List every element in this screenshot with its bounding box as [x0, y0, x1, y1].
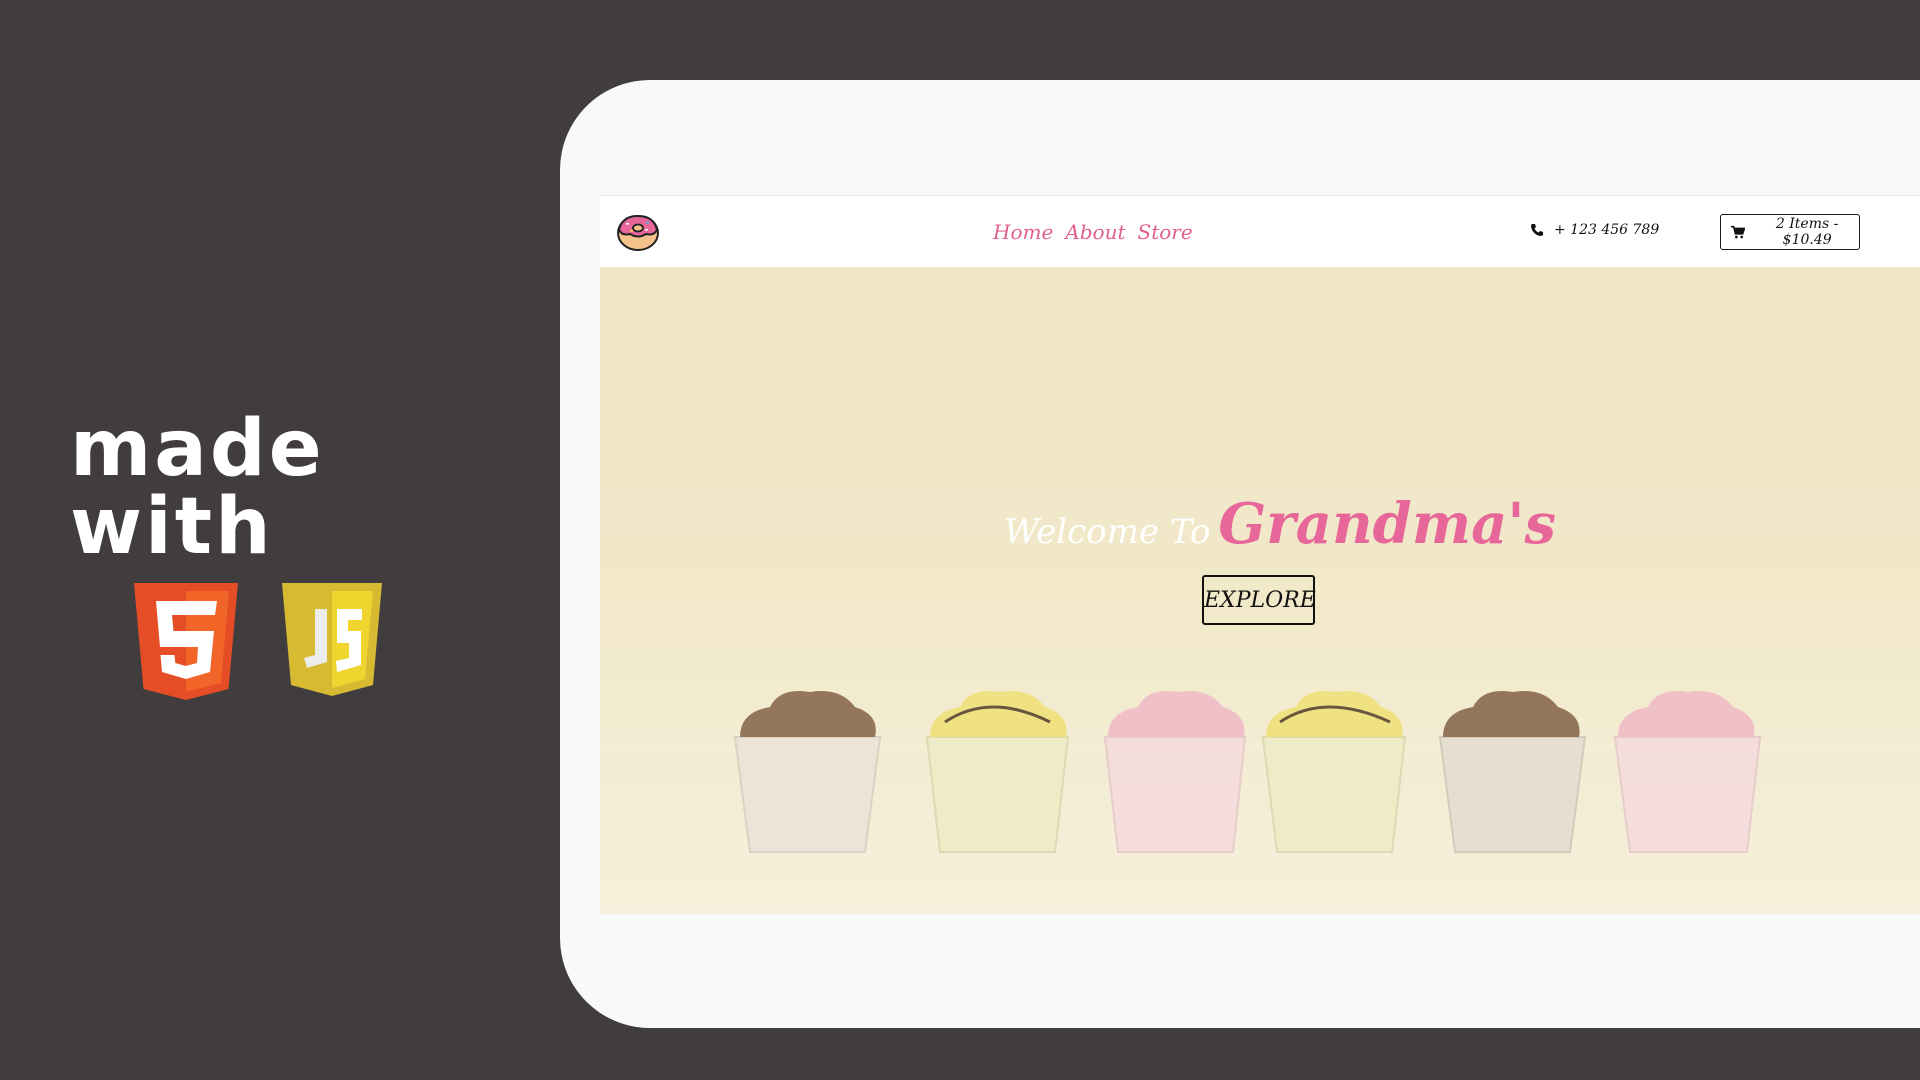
cart-button[interactable]: 2 Items - $10.49 — [1720, 214, 1860, 250]
donut-icon[interactable] — [616, 212, 660, 252]
javascript-logo — [282, 583, 382, 696]
nav-link-home[interactable]: Home — [993, 220, 1053, 244]
made-with-heading: made with — [70, 404, 325, 572]
shopping-cart-icon — [1731, 225, 1746, 238]
explore-button[interactable]: EXPLORE — [1202, 575, 1316, 625]
phone-contact[interactable]: + 123 456 789 — [1530, 222, 1659, 238]
promo-stage: made with Home About Store + 123 456 789… — [0, 0, 1920, 1080]
page-below-hero — [600, 914, 1920, 996]
website-screen: Home About Store + 123 456 789 2 Items -… — [600, 195, 1920, 996]
hero-brand-text: Grandma's — [1218, 491, 1557, 557]
phone-number: + 123 456 789 — [1554, 222, 1660, 238]
hero-banner: Welcome To Grandma's EXPLORE — [600, 267, 1920, 914]
html5-logo — [134, 583, 238, 700]
nav-links: Home About Store — [993, 220, 1193, 244]
cart-summary: 2 Items - $10.49 — [1775, 216, 1839, 248]
nav-link-about[interactable]: About — [1065, 220, 1125, 244]
device-frame: Home About Store + 123 456 789 2 Items -… — [560, 80, 1920, 1028]
nav-link-store[interactable]: Store — [1138, 220, 1193, 244]
hero-welcome-text: Welcome To — [1003, 512, 1211, 552]
hero-title: Welcome To Grandma's — [600, 491, 1920, 557]
phone-icon — [1531, 224, 1543, 236]
site-navbar: Home About Store + 123 456 789 2 Items -… — [600, 196, 1920, 267]
